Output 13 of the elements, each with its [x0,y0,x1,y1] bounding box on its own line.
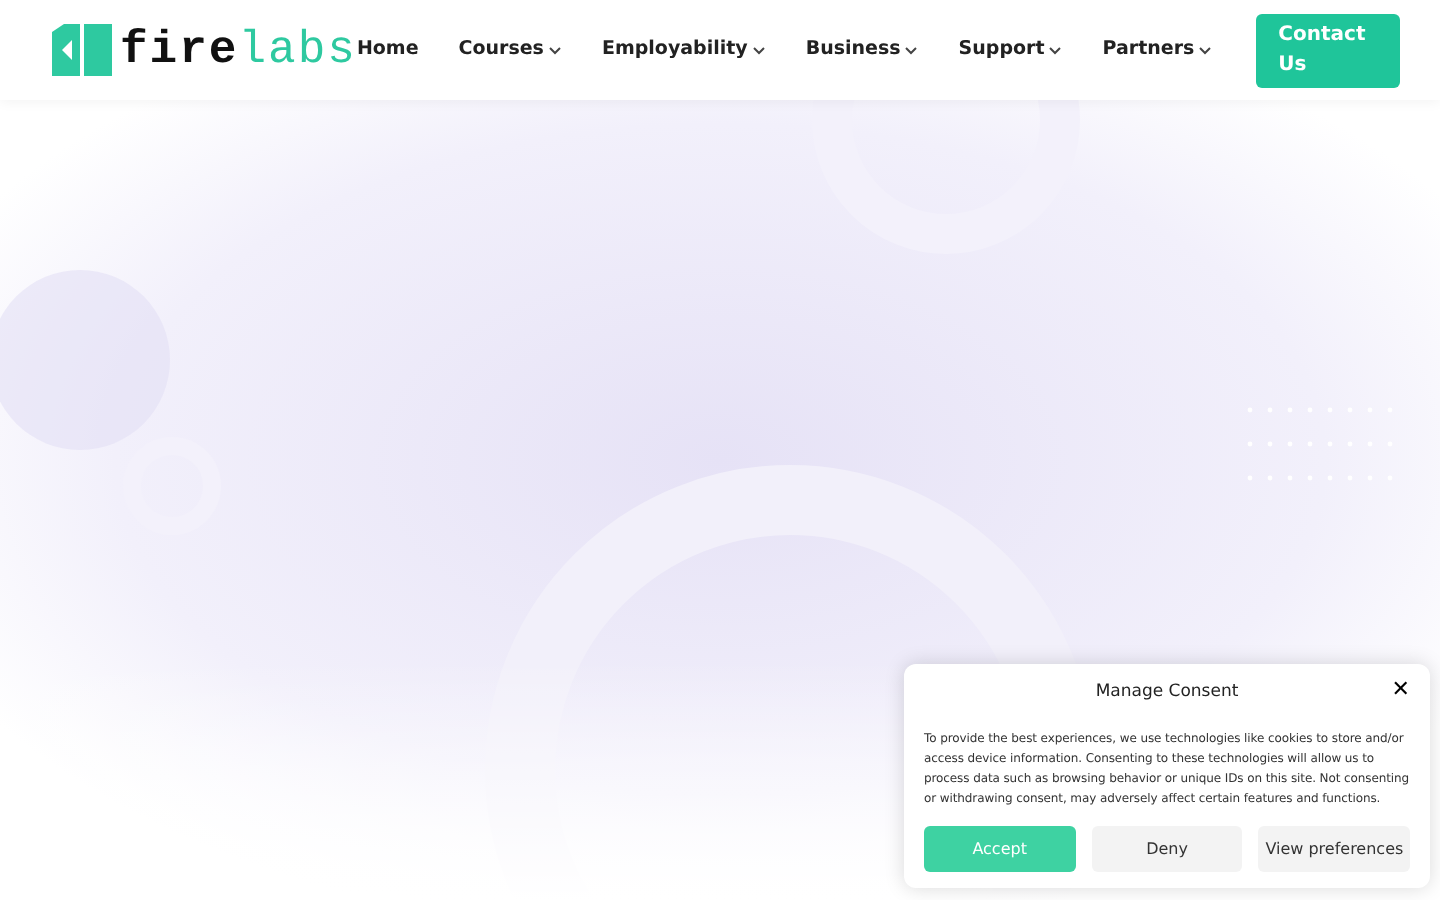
dialog-button[interactable]: View preferences [1258,826,1411,872]
dialog-title: Manage Consent [1093,680,1241,706]
nav-link[interactable]: Support [958,35,1063,65]
nav-link[interactable]: Employability [601,35,766,65]
logo-icon [52,24,112,76]
close-button[interactable]: ✕ [1391,678,1410,701]
logo-text: fire labs [120,27,357,73]
nav-link[interactable]: Home [356,35,419,65]
logo[interactable]: fire labs [52,24,357,76]
dialog-button[interactable]: Deny [1091,826,1243,872]
nav-link[interactable]: Partners [1102,35,1213,65]
nav-link[interactable]: Business [805,35,919,65]
nav-link[interactable]: Courses [458,35,562,65]
